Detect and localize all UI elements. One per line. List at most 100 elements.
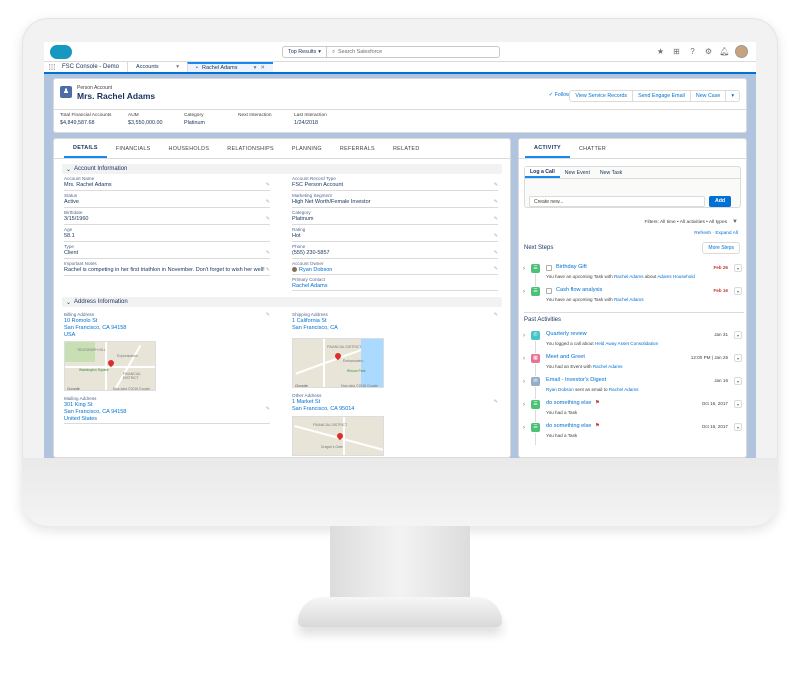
notifications-bell-icon[interactable]: 🔔︎ bbox=[719, 46, 730, 57]
account-information-section[interactable]: ⌄ Account Information bbox=[62, 164, 502, 174]
item-menu-icon[interactable]: ▾ bbox=[734, 423, 742, 431]
address-line[interactable]: San Francisco, CA 94158 bbox=[64, 325, 270, 331]
activity-title[interactable]: do something else bbox=[546, 423, 591, 429]
favorites-star-icon[interactable]: ★ bbox=[655, 46, 666, 57]
edit-pencil-icon[interactable]: ✎ bbox=[494, 216, 498, 222]
chevron-right-icon[interactable]: › bbox=[523, 402, 525, 408]
edit-pencil-icon[interactable]: ✎ bbox=[266, 312, 270, 318]
activity-title[interactable]: do something else bbox=[546, 400, 591, 406]
address-line[interactable]: 1 Market St bbox=[292, 399, 498, 405]
tab-referrals[interactable]: REFERRALS bbox=[331, 139, 384, 158]
edit-pencil-icon[interactable]: ✎ bbox=[494, 312, 498, 318]
address-line[interactable]: 1 California St bbox=[292, 318, 498, 324]
address-line[interactable]: San Francisco, CA 95014 bbox=[292, 406, 498, 412]
tab-details[interactable]: DETAILS bbox=[64, 139, 107, 158]
address-information-section[interactable]: ⌄ Address Information bbox=[62, 297, 502, 307]
search-input[interactable]: ⌕ Search Salesforce bbox=[327, 49, 382, 56]
help-icon[interactable]: ? bbox=[687, 46, 698, 57]
edit-pencil-icon[interactable]: ✎ bbox=[494, 250, 498, 256]
edit-pencil-icon[interactable]: ✎ bbox=[266, 250, 270, 256]
address-line[interactable]: San Francisco, CA 94158 bbox=[64, 409, 270, 415]
edit-pencil-icon[interactable]: ✎ bbox=[494, 266, 498, 272]
item-menu-icon[interactable]: ▾ bbox=[734, 400, 742, 408]
chevron-down-icon[interactable]: ▾ bbox=[254, 65, 257, 71]
add-button[interactable]: Add bbox=[709, 196, 731, 207]
tab-new-task[interactable]: New Task bbox=[595, 167, 627, 178]
tab-new-event[interactable]: New Event bbox=[560, 167, 595, 178]
contact-link[interactable]: Rachel Adams bbox=[614, 297, 644, 302]
activity-title[interactable]: Meet and Greet bbox=[546, 354, 585, 360]
contact-link[interactable]: Rachel Adams bbox=[593, 364, 623, 369]
related-link[interactable]: Adams Household bbox=[657, 274, 695, 279]
task-checkbox[interactable] bbox=[546, 288, 552, 294]
chevron-right-icon[interactable]: › bbox=[523, 425, 525, 431]
shipping-address-map[interactable]: FINANCIAL DISTRICT Embarcadero Rincon Pa… bbox=[292, 338, 384, 388]
sender-link[interactable]: Ryan Dobson bbox=[546, 387, 574, 392]
activity-filters[interactable]: Filters: All time • All activities • All… bbox=[645, 219, 738, 225]
close-icon[interactable]: ✕ bbox=[260, 65, 265, 71]
billing-address-map[interactable]: TELEGRAPH HILL Exploratorium Washington … bbox=[64, 341, 156, 391]
tab-households[interactable]: HOUSEHOLDS bbox=[160, 139, 219, 158]
address-line[interactable]: San Francisco, CA bbox=[292, 325, 498, 331]
chevron-down-icon[interactable]: ▾ bbox=[176, 64, 179, 70]
chevron-right-icon[interactable]: › bbox=[523, 356, 525, 362]
chevron-right-icon[interactable]: › bbox=[523, 333, 525, 339]
global-actions-icon[interactable]: ⊞ bbox=[671, 46, 682, 57]
nav-tab-accounts[interactable]: Accounts ▾ bbox=[127, 62, 187, 72]
item-menu-icon[interactable]: ▾ bbox=[734, 264, 742, 272]
activity-title[interactable]: Quarterly review bbox=[546, 331, 587, 337]
item-menu-icon[interactable]: ▾ bbox=[734, 331, 742, 339]
address-line[interactable]: United States bbox=[64, 416, 270, 422]
task-checkbox[interactable] bbox=[546, 265, 552, 271]
tab-relationships[interactable]: RELATIONSHIPS bbox=[218, 139, 283, 158]
tab-financials[interactable]: FINANCIALS bbox=[107, 139, 160, 158]
edit-pencil-icon[interactable]: ✎ bbox=[494, 233, 498, 239]
item-menu-icon[interactable]: ▾ bbox=[734, 287, 742, 295]
send-engage-email-button[interactable]: Send Engage Email bbox=[633, 91, 691, 101]
tab-related[interactable]: RELATED bbox=[384, 139, 429, 158]
item-menu-icon[interactable]: ▾ bbox=[734, 377, 742, 385]
contact-link[interactable]: Rachel Adams bbox=[614, 274, 644, 279]
create-new-input[interactable]: Create new... bbox=[529, 196, 705, 207]
activity-title[interactable]: Cash flow analysis bbox=[556, 287, 602, 293]
recipient-link[interactable]: Rachel Adams bbox=[609, 387, 639, 392]
salesforce-logo[interactable] bbox=[50, 44, 72, 59]
edit-pencil-icon[interactable]: ✎ bbox=[494, 399, 498, 405]
new-case-button[interactable]: New Case bbox=[690, 91, 727, 101]
edit-pencil-icon[interactable]: ✎ bbox=[266, 406, 270, 412]
address-line[interactable]: 10 Romolo St bbox=[64, 318, 270, 324]
item-menu-icon[interactable]: ▾ bbox=[734, 354, 742, 362]
view-service-records-button[interactable]: View Service Records bbox=[570, 91, 634, 101]
activity-title[interactable]: Email - Investor's Digest bbox=[546, 377, 606, 383]
tab-activity[interactable]: ACTIVITY bbox=[525, 139, 570, 158]
field-value-link[interactable]: Ryan Dobson bbox=[292, 267, 498, 273]
more-steps-button[interactable]: More Steps bbox=[702, 242, 740, 254]
chevron-right-icon[interactable]: › bbox=[523, 379, 525, 385]
edit-pencil-icon[interactable]: ✎ bbox=[266, 267, 270, 273]
search-scope-select[interactable]: Top Results ▾ bbox=[283, 47, 327, 57]
related-link[interactable]: Held Away Asset Consolidation bbox=[595, 341, 658, 346]
tab-chatter[interactable]: CHATTER bbox=[570, 139, 615, 158]
filter-funnel-icon[interactable]: ▼ bbox=[732, 219, 738, 225]
global-search[interactable]: Top Results ▾ ⌕ Search Salesforce bbox=[282, 46, 500, 58]
chevron-right-icon[interactable]: › bbox=[523, 266, 525, 272]
edit-pencil-icon[interactable]: ✎ bbox=[266, 182, 270, 188]
address-line[interactable]: USA bbox=[64, 332, 270, 338]
setup-gear-icon[interactable]: ⚙ bbox=[703, 46, 714, 57]
address-line[interactable]: 301 King St bbox=[64, 402, 270, 408]
edit-pencil-icon[interactable]: ✎ bbox=[266, 199, 270, 205]
field-value-link[interactable]: Rachel Adams bbox=[292, 283, 498, 289]
nav-tab-rachel-adams[interactable]: ▪ Rachel Adams ▾ ✕ bbox=[187, 62, 274, 72]
edit-pencil-icon[interactable]: ✎ bbox=[494, 182, 498, 188]
more-actions-chevron-icon[interactable]: ▾ bbox=[726, 91, 739, 101]
app-launcher-icon[interactable]: ⁞⁞⁞ bbox=[44, 62, 60, 72]
refresh-expand-links[interactable]: Refresh · Expand All bbox=[694, 231, 738, 236]
other-address-map[interactable]: FINANCIAL DISTRICT Dragon's Gate bbox=[292, 416, 384, 456]
edit-pencil-icon[interactable]: ✎ bbox=[266, 216, 270, 222]
tab-log-a-call[interactable]: Log a Call bbox=[525, 167, 560, 178]
chevron-right-icon[interactable]: › bbox=[523, 289, 525, 295]
user-avatar[interactable] bbox=[735, 45, 748, 58]
activity-title[interactable]: Birthday Gift bbox=[556, 264, 587, 270]
tab-planning[interactable]: PLANNING bbox=[283, 139, 331, 158]
edit-pencil-icon[interactable]: ✎ bbox=[494, 199, 498, 205]
